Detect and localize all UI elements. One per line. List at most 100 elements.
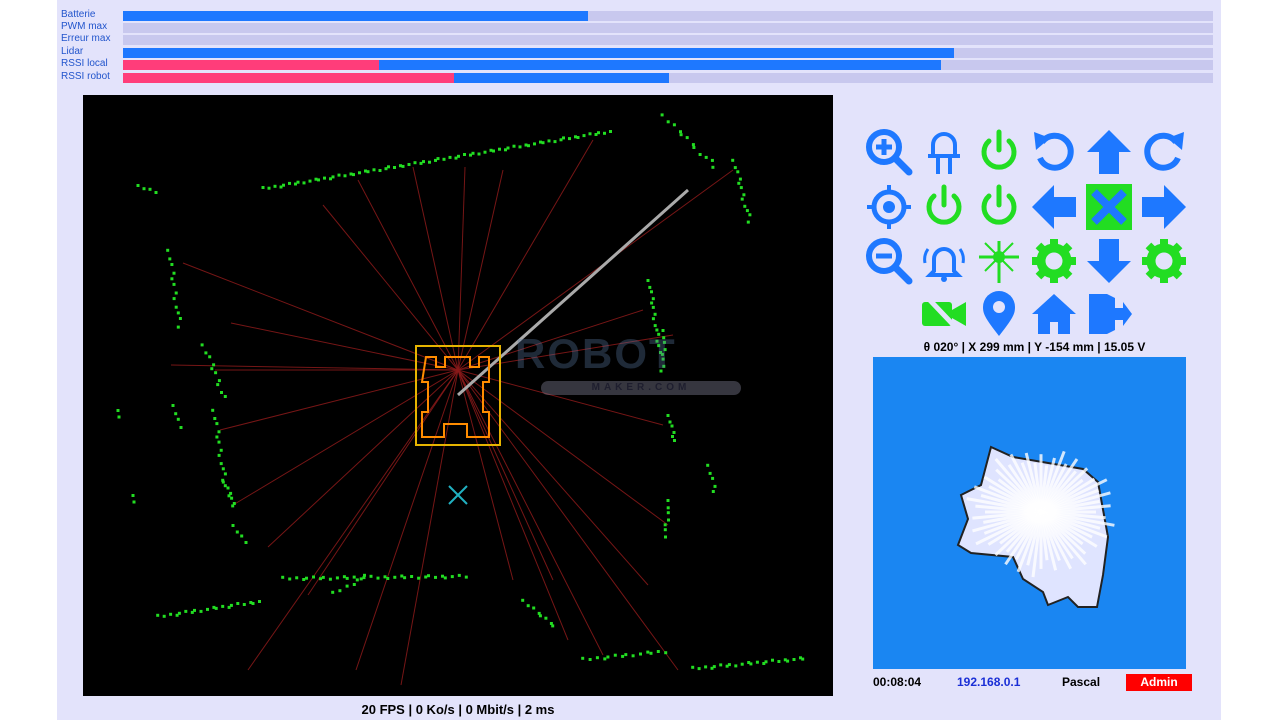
logout-button[interactable] <box>1083 288 1135 340</box>
stop-button[interactable] <box>1083 181 1135 233</box>
bar-fill <box>123 48 954 58</box>
lidar-point <box>727 663 731 667</box>
lidar-point <box>288 577 292 581</box>
led-button[interactable] <box>918 126 970 178</box>
lidar-point <box>358 171 361 175</box>
lidar-point <box>172 282 176 286</box>
lidar-point <box>603 657 607 661</box>
lidar-point <box>551 624 555 628</box>
role-badge[interactable]: Admin <box>1126 674 1192 691</box>
power-1-button[interactable] <box>973 126 1025 178</box>
lidar-point <box>231 524 235 527</box>
lidar-point <box>541 141 545 145</box>
lidar-point <box>653 312 657 316</box>
lidar-point <box>691 143 695 147</box>
lidar-point <box>667 518 670 522</box>
bar-track <box>123 35 1213 45</box>
zoom-in-icon <box>866 129 913 176</box>
lidar-point <box>223 484 227 488</box>
lidar-point <box>200 343 204 347</box>
video-off-button[interactable] <box>918 288 970 340</box>
lidar-view[interactable] <box>83 95 833 696</box>
lidar-point <box>576 136 580 139</box>
lidar-canvas[interactable] <box>83 95 833 696</box>
lidar-point <box>210 367 214 371</box>
lidar-point <box>663 523 667 527</box>
lidar-point <box>679 133 683 137</box>
power-3-button[interactable] <box>973 181 1025 233</box>
video-off-icon <box>922 292 966 336</box>
lidar-point <box>282 183 285 187</box>
lidar-point <box>631 654 635 658</box>
lidar-point <box>771 658 774 662</box>
zoom-out-button[interactable] <box>863 235 915 287</box>
home-button[interactable] <box>1028 288 1080 340</box>
lidar-point <box>400 574 404 578</box>
rotate-right-button[interactable] <box>1138 126 1190 178</box>
lidar-point <box>666 511 670 515</box>
power-3-icon <box>981 184 1017 225</box>
lidar-point <box>142 187 146 191</box>
lidar-point <box>733 166 737 170</box>
lidar-point <box>308 179 312 183</box>
lidar-point <box>650 301 654 305</box>
lidar-point <box>498 147 501 151</box>
arrow-left-button[interactable] <box>1028 181 1080 233</box>
lidar-ray <box>457 166 466 371</box>
bar-track <box>123 11 1213 21</box>
crosshair-icon <box>867 185 911 229</box>
lidar-point <box>639 652 642 656</box>
lidar-point <box>177 611 181 615</box>
lidar-point <box>302 578 306 581</box>
lidar-point <box>651 305 655 309</box>
minimap-canvas[interactable] <box>873 357 1186 669</box>
control-panel <box>863 120 1193 340</box>
lidar-point <box>742 193 746 197</box>
lidar-point <box>670 424 674 428</box>
lidar-point <box>212 363 216 367</box>
bar-fill-secondary <box>123 73 455 83</box>
bar-fill <box>123 11 589 21</box>
map-pin-button[interactable] <box>973 288 1025 340</box>
gear-1-button[interactable] <box>1028 235 1080 287</box>
lidar-point <box>170 263 174 266</box>
zoom-in-button[interactable] <box>863 126 915 178</box>
lidar-point <box>547 139 551 143</box>
lidar-point <box>204 351 208 355</box>
pose-readout: θ 020° | X 299 mm | Y -154 mm | 15.05 V <box>923 340 1146 354</box>
crosshair-button[interactable] <box>863 181 915 233</box>
minimap[interactable] <box>873 357 1186 669</box>
lidar-point <box>229 603 233 607</box>
lidar-point <box>544 616 548 620</box>
rotate-right-icon <box>1144 132 1184 171</box>
lidar-point <box>464 575 468 579</box>
lidar-point <box>227 494 231 498</box>
lidar-ray <box>307 369 459 596</box>
laser-button[interactable] <box>973 235 1025 287</box>
arrow-right-button[interactable] <box>1138 181 1190 233</box>
alarm-button[interactable] <box>918 235 970 287</box>
lidar-point <box>156 613 160 617</box>
lidar-point <box>331 590 335 594</box>
lidar-point <box>179 426 183 429</box>
lidar-point <box>366 170 370 174</box>
lidar-point <box>650 290 653 294</box>
lidar-point <box>483 150 487 154</box>
gear-2-button[interactable] <box>1138 235 1190 287</box>
arrow-up-button[interactable] <box>1083 126 1135 178</box>
lidar-point <box>660 113 664 117</box>
lidar-point <box>302 181 306 185</box>
lidar-point <box>359 577 363 581</box>
lidar-point <box>136 184 140 187</box>
lidar-point <box>711 476 715 480</box>
led-icon <box>928 132 960 174</box>
rotate-left-button[interactable] <box>1028 126 1080 178</box>
lidar-point <box>568 137 571 141</box>
app-window: Batterie PWM max Erreur max Lidar RSSI local… <box>57 0 1221 720</box>
lidar-point <box>646 650 650 654</box>
lidar-ray <box>355 369 459 671</box>
lidar-point <box>387 165 390 169</box>
power-2-button[interactable] <box>918 181 970 233</box>
lidar-point <box>624 653 628 657</box>
arrow-down-button[interactable] <box>1083 235 1135 287</box>
